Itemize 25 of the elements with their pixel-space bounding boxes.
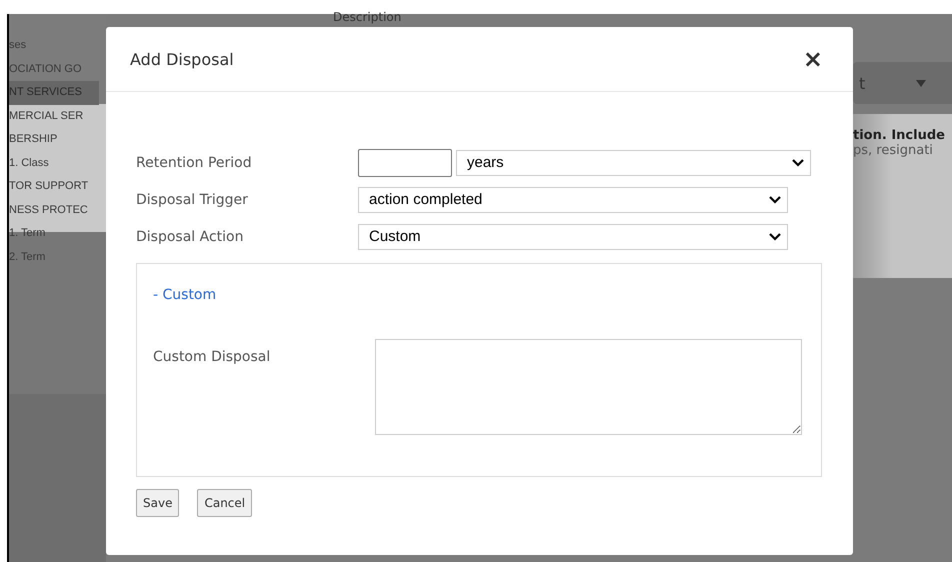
save-button[interactable]: Save (136, 489, 180, 517)
select-field[interactable]: Custom (358, 224, 788, 250)
sidebar-item[interactable]: BERSHIP (9, 128, 99, 152)
select-field[interactable]: action completed (358, 186, 788, 212)
description-heading: tion. Include (853, 128, 946, 143)
field-label: Disposal Trigger (136, 192, 249, 208)
section-toggle-link[interactable]: - Custom (153, 287, 216, 303)
chevron-down-icon (769, 196, 781, 204)
chevron-down-icon (769, 232, 781, 240)
cancel-button[interactable]: Cancel (197, 489, 252, 517)
chevron-down-icon (792, 158, 804, 166)
dropdown-arrow-icon (916, 80, 926, 86)
field-label: Retention Period (136, 154, 253, 170)
sidebar-item[interactable]: MERCIAL SER (9, 104, 99, 128)
sidebar-item[interactable]: TOR SUPPORT (9, 175, 99, 198)
unit-select[interactable]: years (456, 150, 811, 176)
dialog-title: Add Disposal (130, 50, 234, 68)
field-label: Custom Disposal (153, 349, 272, 365)
description-text: ps, resignati (853, 143, 934, 158)
number-field[interactable] (358, 148, 452, 176)
column-header: Description (332, 10, 402, 24)
field-label: Disposal Action (136, 228, 244, 244)
sidebar-item[interactable]: 1. Class (9, 152, 99, 175)
close-button[interactable]: × (798, 47, 827, 71)
sidebar-item[interactable]: NESS PROTEC (9, 198, 99, 222)
